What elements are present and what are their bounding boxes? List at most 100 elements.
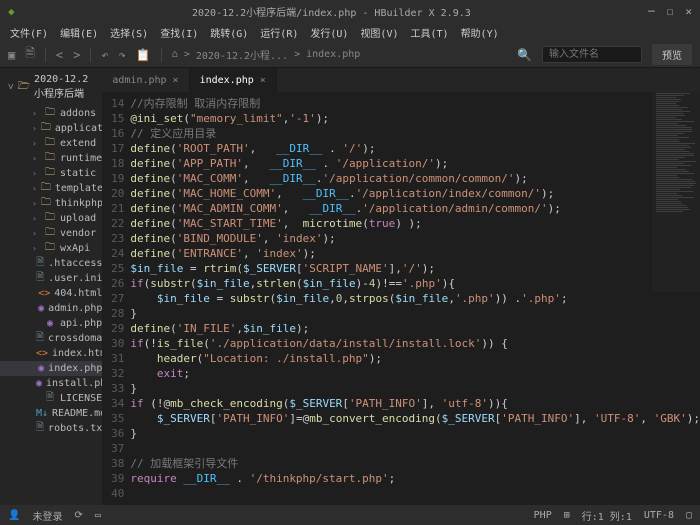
- editor-tab[interactable]: index.php×: [190, 68, 277, 92]
- tree-item[interactable]: 🗎 .user.ini: [0, 271, 102, 286]
- menu-item[interactable]: 编辑(E): [56, 23, 102, 42]
- grid-icon[interactable]: ⊞: [564, 510, 570, 521]
- tree-item[interactable]: ›🗀wxApi: [0, 241, 102, 256]
- line-gutter: 1415161718192021222324252627282930313233…: [102, 92, 130, 505]
- php-icon: ◉: [44, 318, 56, 329]
- minimize-icon[interactable]: ─: [648, 5, 655, 18]
- tree-item-label: .htaccess: [48, 258, 102, 269]
- project-root[interactable]: ˅ 🗁 2020-12.2小程序后端: [0, 68, 102, 106]
- encoding[interactable]: UTF-8: [644, 510, 674, 521]
- tree-item[interactable]: ›🗀thinkphp: [0, 196, 102, 211]
- tree-item[interactable]: ›🗀application: [0, 121, 102, 136]
- tree-item-label: admin.php: [48, 303, 102, 314]
- home-icon[interactable]: ⌂: [172, 49, 178, 60]
- close-icon[interactable]: ✕: [685, 5, 692, 18]
- tree-item[interactable]: ◉ install.php: [0, 376, 102, 391]
- login-status[interactable]: 未登录: [32, 508, 62, 523]
- terminal-icon[interactable]: ▭: [95, 510, 101, 521]
- app-logo: ◆: [8, 5, 15, 18]
- maximize-icon[interactable]: ☐: [667, 5, 674, 18]
- forward-icon[interactable]: >: [73, 48, 80, 62]
- php-icon: ◉: [38, 303, 44, 314]
- tree-item[interactable]: 🗎.htaccess: [0, 256, 102, 271]
- editor-tab[interactable]: admin.php×: [102, 68, 189, 92]
- txt-icon: 🗎: [44, 390, 56, 407]
- menu-item[interactable]: 帮助(Y): [457, 23, 503, 42]
- php-icon: ◉: [36, 378, 42, 389]
- tree-item[interactable]: ◉ api.php: [0, 316, 102, 331]
- back-icon[interactable]: <: [56, 48, 63, 62]
- tree-item-label: .user.ini: [48, 273, 102, 284]
- cursor-position: 行:1 列:1: [582, 508, 632, 523]
- code-lines[interactable]: //内存限制 取消内存限制@ini_set("memory_limit",'-1…: [130, 92, 700, 505]
- menu-item[interactable]: 选择(S): [106, 23, 152, 42]
- search-icon[interactable]: 🔍: [517, 48, 532, 62]
- tree-item[interactable]: ›🗀static: [0, 166, 102, 181]
- language-mode[interactable]: PHP: [534, 510, 552, 521]
- new-file-icon[interactable]: 🗎: [25, 44, 35, 65]
- html-icon: <>: [38, 288, 50, 299]
- tree-item[interactable]: ›🗀extend: [0, 136, 102, 151]
- tree-item[interactable]: ◉index.php: [0, 361, 102, 376]
- code-area[interactable]: 1415161718192021222324252627282930313233…: [102, 92, 700, 505]
- breadcrumb-item[interactable]: index.php: [306, 49, 360, 60]
- folder-icon: 🗀: [44, 240, 56, 257]
- menu-item[interactable]: 查找(I): [156, 23, 202, 42]
- tree-item[interactable]: ›🗀addons: [0, 106, 102, 121]
- menu-item[interactable]: 运行(R): [256, 23, 302, 42]
- close-tab-icon[interactable]: ×: [260, 75, 266, 86]
- undo-icon[interactable]: ↶: [101, 48, 108, 62]
- file-explorer: ˅ 🗁 2020-12.2小程序后端 ›🗀addons›🗀application…: [0, 68, 102, 505]
- menu-item[interactable]: 文件(F): [6, 23, 52, 42]
- tree-item-label: install.php: [46, 378, 102, 389]
- tree-item-label: vendor: [60, 228, 96, 239]
- tree-item-label: README.md: [52, 408, 102, 419]
- tree-item[interactable]: ›🗀upload: [0, 211, 102, 226]
- tree-item[interactable]: 🗎 LICENSE: [0, 391, 102, 406]
- menu-item[interactable]: 工具(T): [407, 23, 453, 42]
- tree-item-label: api.php: [60, 318, 102, 329]
- tree-item[interactable]: ›🗀runtime: [0, 151, 102, 166]
- minimap[interactable]: [652, 92, 700, 292]
- preview-button[interactable]: 预览: [652, 44, 692, 65]
- project-name: 2020-12.2小程序后端: [34, 74, 94, 100]
- tree-item[interactable]: <> 404.html: [0, 286, 102, 301]
- folder-icon: 🗁: [18, 79, 30, 96]
- md-icon: M↓: [36, 408, 48, 419]
- tree-item-label: application: [55, 123, 103, 134]
- tree-item[interactable]: 🗎crossdomain.xml: [0, 331, 102, 346]
- tree-item-label: runtime: [60, 153, 102, 164]
- filename-input[interactable]: [542, 46, 642, 63]
- breadcrumb-item[interactable]: 2020-12.2小程...: [196, 47, 288, 62]
- tree-item-label: index.html: [52, 348, 102, 359]
- tree-item-label: 404.html: [54, 288, 102, 299]
- breadcrumb: ⌂ > 2020-12.2小程... > index.php: [172, 47, 361, 62]
- php-icon: ◉: [38, 363, 44, 374]
- menu-item[interactable]: 跳转(G): [206, 23, 252, 42]
- tree-item[interactable]: 🗎robots.txt: [0, 421, 102, 436]
- paste-icon[interactable]: 📋: [136, 48, 151, 62]
- tree-item[interactable]: ◉ admin.php: [0, 301, 102, 316]
- editor-tabs: admin.php×index.php×: [102, 68, 700, 92]
- tree-item[interactable]: ›🗀vendor: [0, 226, 102, 241]
- tree-item[interactable]: M↓ README.md: [0, 406, 102, 421]
- menu-item[interactable]: 发行(U): [306, 23, 352, 42]
- menu-item[interactable]: 视图(V): [356, 23, 402, 42]
- editor-pane: admin.php×index.php× 1415161718192021222…: [102, 68, 700, 505]
- notification-icon[interactable]: ▢: [686, 510, 692, 521]
- tree-item-label: template: [55, 183, 103, 194]
- close-tab-icon[interactable]: ×: [173, 75, 179, 86]
- tree-item[interactable]: <> index.html: [0, 346, 102, 361]
- txt-icon: 🗎: [36, 270, 44, 287]
- tree-item-label: static: [60, 168, 96, 179]
- tree-item-label: LICENSE: [60, 393, 102, 404]
- tree-item-label: upload: [60, 213, 96, 224]
- html-icon: <>: [36, 348, 48, 359]
- tree-item[interactable]: ›🗀template: [0, 181, 102, 196]
- redo-icon[interactable]: ↷: [119, 48, 126, 62]
- tree-item-label: extend: [60, 138, 96, 149]
- sync-icon[interactable]: ⟳: [74, 510, 82, 521]
- user-icon[interactable]: 👤: [8, 510, 20, 521]
- explorer-icon[interactable]: ▣: [8, 48, 15, 62]
- tree-item-label: wxApi: [60, 243, 90, 254]
